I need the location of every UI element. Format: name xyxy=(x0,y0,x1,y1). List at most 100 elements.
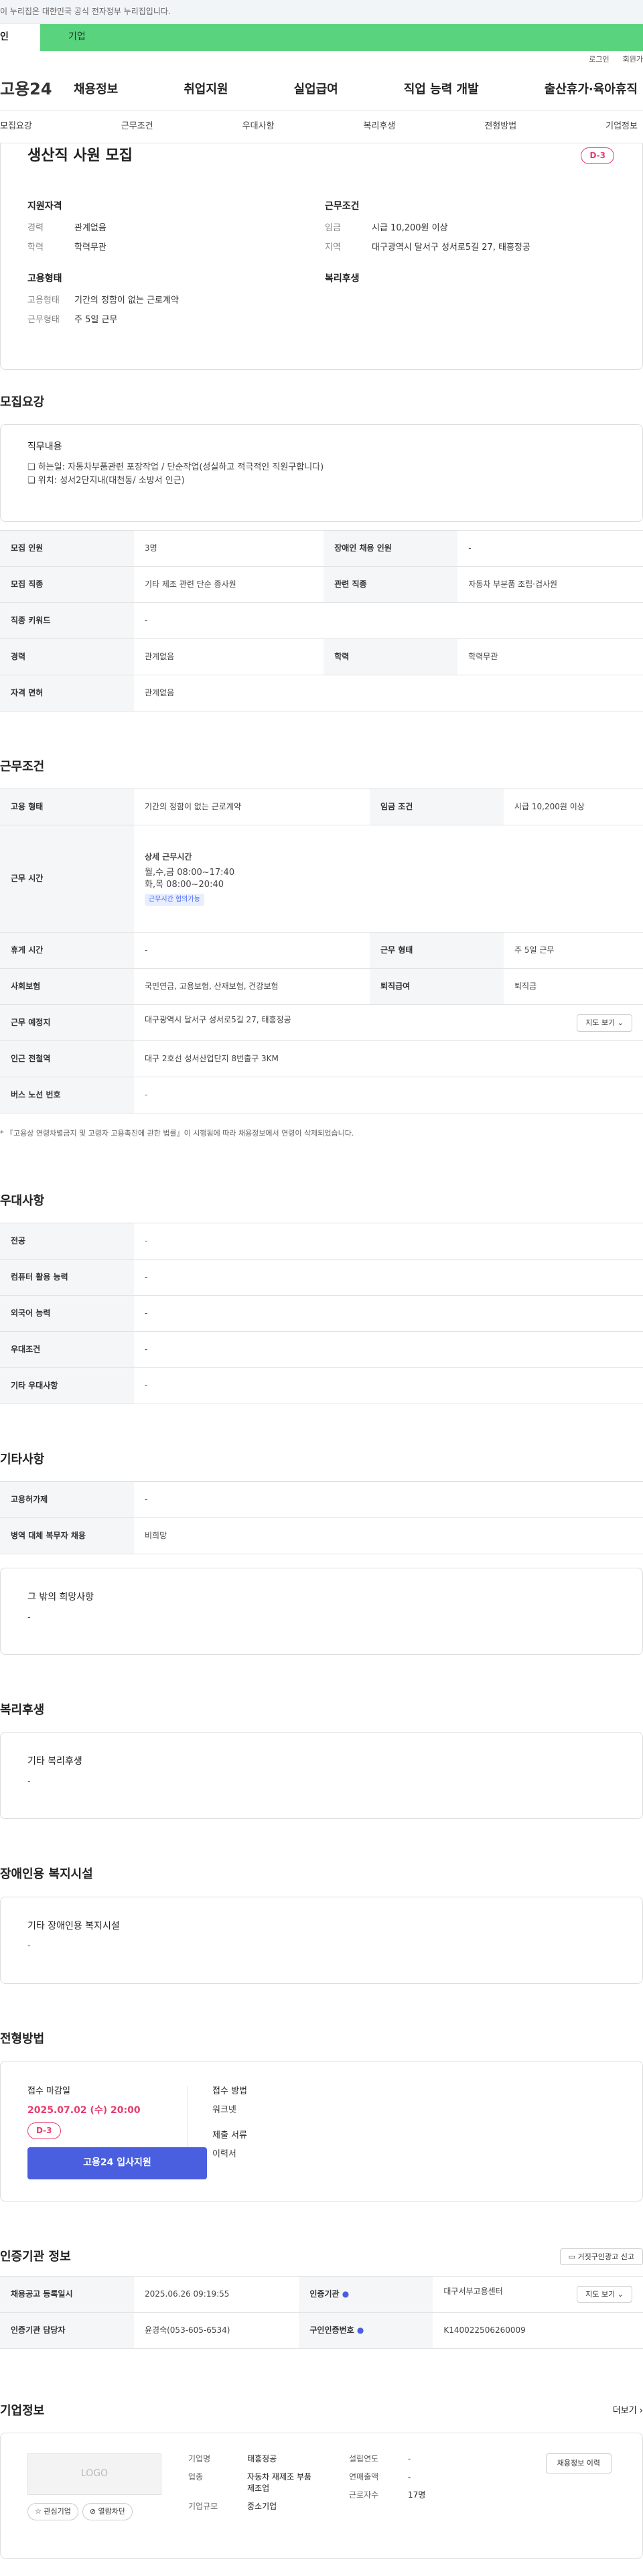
gov-notice-text: 이 누리집은 대한민국 공식 전자정부 누리집입니다. xyxy=(0,7,171,17)
cell-label: 외국어 능력 xyxy=(0,1295,134,1332)
apply-button[interactable]: 고용24 입사지원 xyxy=(27,2147,207,2180)
dday-badge: D-3 xyxy=(581,147,614,164)
other-wishes-label: 그 밖의 희망사항 xyxy=(27,1592,94,1603)
company-field-label: 업종 xyxy=(188,2472,204,2482)
docs-label: 제출 서류 xyxy=(212,2130,247,2141)
cell-value: - xyxy=(134,602,643,640)
site-logo[interactable]: 고용24 xyxy=(0,78,74,101)
anchor-company[interactable]: 기업정보 xyxy=(605,121,638,133)
summary-value: 주 5일 근무 xyxy=(74,314,118,325)
cell-value: 기타 제조 관련 단순 종사원 xyxy=(134,566,324,604)
company-logo-placeholder: LOGO xyxy=(27,2453,161,2496)
false-ad-report-button[interactable]: ▭ 거짓구인광고 신고 xyxy=(559,2248,643,2266)
cell-value: 주 5일 근무 xyxy=(503,932,643,969)
cell-label: 전공 xyxy=(0,1223,134,1260)
cell-label: 인증기관 담당자 xyxy=(0,2312,134,2350)
summary-value: 학력무관 xyxy=(74,242,106,253)
deadline-value: 2025.07.02 (수) 20:00 xyxy=(27,2104,141,2116)
company-card: LOGO ☆ 관심기업 ⊘ 열람차단 기업명 태흥정공 업종 자동차 재제조 부품 제… xyxy=(0,2433,643,2559)
cell-label: 장애인 채용 인원 xyxy=(324,530,458,567)
table-row: 채용공고 등록일시 2025.06.26 09:19:55 인증기관 ● 대구서부고용… xyxy=(0,2276,643,2313)
table-row: 고용 형태 기간의 정함이 없는 근로계약 임금 조건 시급 10,200원 이상 xyxy=(0,789,643,826)
anchor-recruit[interactable]: 모집요강 xyxy=(0,121,32,133)
table-row: 직종 키워드 - xyxy=(0,602,643,640)
map-view-label: 지도 보기 xyxy=(585,1018,616,1028)
etc-table: 고용허가제 - 병역 대체 복무자 채용 비희망 xyxy=(0,1481,643,1555)
company-field-label: 기업규모 xyxy=(188,2501,218,2511)
cell-label: 관련 직종 xyxy=(324,566,458,604)
section-title-agency: 인증기관 정보 xyxy=(0,2249,71,2264)
cell-label: 자격 면허 xyxy=(0,675,134,712)
cell-label: 우대조건 xyxy=(0,1331,134,1368)
summary-welfare-head: 복리후생 xyxy=(325,273,360,284)
cell-label: 컴퓨터 활용 능력 xyxy=(0,1259,134,1296)
anchor-welfare[interactable]: 복리후생 xyxy=(363,121,395,133)
signup-link[interactable]: 회원가 xyxy=(623,54,643,64)
gnb-item-unemployment-benefit[interactable]: 실업급여 xyxy=(294,81,338,98)
gnb-item-jobs[interactable]: 채용정보 xyxy=(74,81,118,98)
summary-conditions-head: 근무조건 xyxy=(325,200,360,212)
disability-label: 기타 장애인용 복지시설 xyxy=(27,1920,120,1931)
company-founded: - xyxy=(408,2454,411,2464)
summary-label: 고용형태 xyxy=(27,295,60,306)
agency-map-button[interactable]: 지도 보기 ⌄ xyxy=(577,2285,632,2303)
section-title-welfare: 복리후생 xyxy=(0,1703,45,1718)
map-view-label: 지도 보기 xyxy=(585,2289,616,2299)
summary-emptype-head: 고용형태 xyxy=(27,273,62,284)
cell-value: 학력무관 xyxy=(457,638,643,676)
gnb-item-job-training[interactable]: 직업 능력 개발 xyxy=(404,81,479,98)
global-nav: 고용24 채용정보 취업지원 실업급여 직업 능력 개발 출산휴가·육아휴직 xyxy=(0,68,643,111)
gov-notice-bar: 이 누리집은 대한민국 공식 전자정부 누리집입니다. xyxy=(0,0,643,24)
table-row: 근무 예정지 대구광역시 달서구 성서로5길 27, 태흥정공 지도 보기 ⌄ xyxy=(0,1004,643,1042)
anchor-selection[interactable]: 전형방법 xyxy=(484,121,516,133)
summary-label: 지역 xyxy=(325,242,341,253)
cell-value: 관계없음 xyxy=(134,638,324,676)
welfare-box: 기타 복리후생 - xyxy=(0,1732,643,1820)
section-title-preference: 우대사항 xyxy=(0,1193,45,1208)
table-row: 사회보험 국민연금, 고용보험, 산재보험, 건강보험 퇴직급여 퇴직금 xyxy=(0,968,643,1006)
table-row: 기타 우대사항 - xyxy=(0,1367,643,1404)
cell-label: 인근 전철역 xyxy=(0,1040,134,1078)
cell-value: 국민연금, 고용보험, 산재보험, 건강보험 xyxy=(134,968,370,1006)
company-field-label: 기업명 xyxy=(188,2454,211,2464)
cell-value: 윤경숙(053-605-6534) xyxy=(134,2312,299,2350)
section-title-selection: 전형방법 xyxy=(0,2031,45,2046)
hiring-history-button[interactable]: 채용정보 이력 xyxy=(545,2453,612,2473)
section-title-company: 기업정보 xyxy=(0,2404,45,2419)
duty-label: 직무내용 xyxy=(27,442,62,453)
table-row: 우대조건 - xyxy=(0,1331,643,1368)
cell-label: 퇴직급여 xyxy=(369,968,504,1006)
section-title-disability: 장애인용 복지시설 xyxy=(0,1867,93,1882)
gnb-item-employment-support[interactable]: 취업지원 xyxy=(184,81,228,98)
cell-label: 병역 대체 복무자 채용 xyxy=(0,1517,134,1555)
block-view-button[interactable]: ⊘ 열람차단 xyxy=(82,2503,133,2520)
login-link[interactable]: 로그인 xyxy=(589,54,609,64)
cell-value: - xyxy=(134,1077,643,1114)
report-label: 거짓구인광고 신고 xyxy=(577,2252,634,2261)
cell-value: - xyxy=(457,530,643,567)
cell-label: 경력 xyxy=(0,638,134,676)
tab-company[interactable]: 기업 xyxy=(40,24,643,51)
table-row: 전공 - xyxy=(0,1223,643,1260)
method-value: 워크넷 xyxy=(212,2104,236,2115)
info-icon[interactable]: ● xyxy=(342,2289,349,2299)
company-size: 중소기업 xyxy=(247,2501,277,2511)
summary-value: 시급 10,200원 이상 xyxy=(372,223,448,234)
tab-individual[interactable]: 인 xyxy=(0,24,40,51)
gnb-item-parental-leave[interactable]: 출산휴가·육아휴직 xyxy=(545,81,638,98)
other-wishes-box: 그 밖의 희망사항 - xyxy=(0,1568,643,1655)
method-label: 접수 방법 xyxy=(212,2086,247,2096)
disability-box: 기타 장애인용 복지시설 - xyxy=(0,1896,643,1984)
cell-value: 대구광역시 달서구 성서로5길 27, 태흥정공 지도 보기 ⌄ xyxy=(134,1004,643,1042)
anchor-conditions[interactable]: 근무조건 xyxy=(121,121,153,133)
table-row: 버스 노선 번호 - xyxy=(0,1077,643,1114)
section-title-recruit: 모집요강 xyxy=(0,395,45,409)
cell-label: 고용 형태 xyxy=(0,789,134,826)
map-view-button[interactable]: 지도 보기 ⌄ xyxy=(577,1014,632,1032)
job-title: 생산직 사원 모집 xyxy=(27,147,133,164)
anchor-preference[interactable]: 우대사항 xyxy=(242,121,275,133)
info-icon[interactable]: ● xyxy=(357,2325,364,2335)
favorite-company-button[interactable]: ☆ 관심기업 xyxy=(27,2503,78,2520)
more-link[interactable]: 더보기 › xyxy=(613,2405,643,2417)
section-anchor-nav: 모집요강 근무조건 우대사항 복리후생 전형방법 기업정보 xyxy=(0,111,643,143)
